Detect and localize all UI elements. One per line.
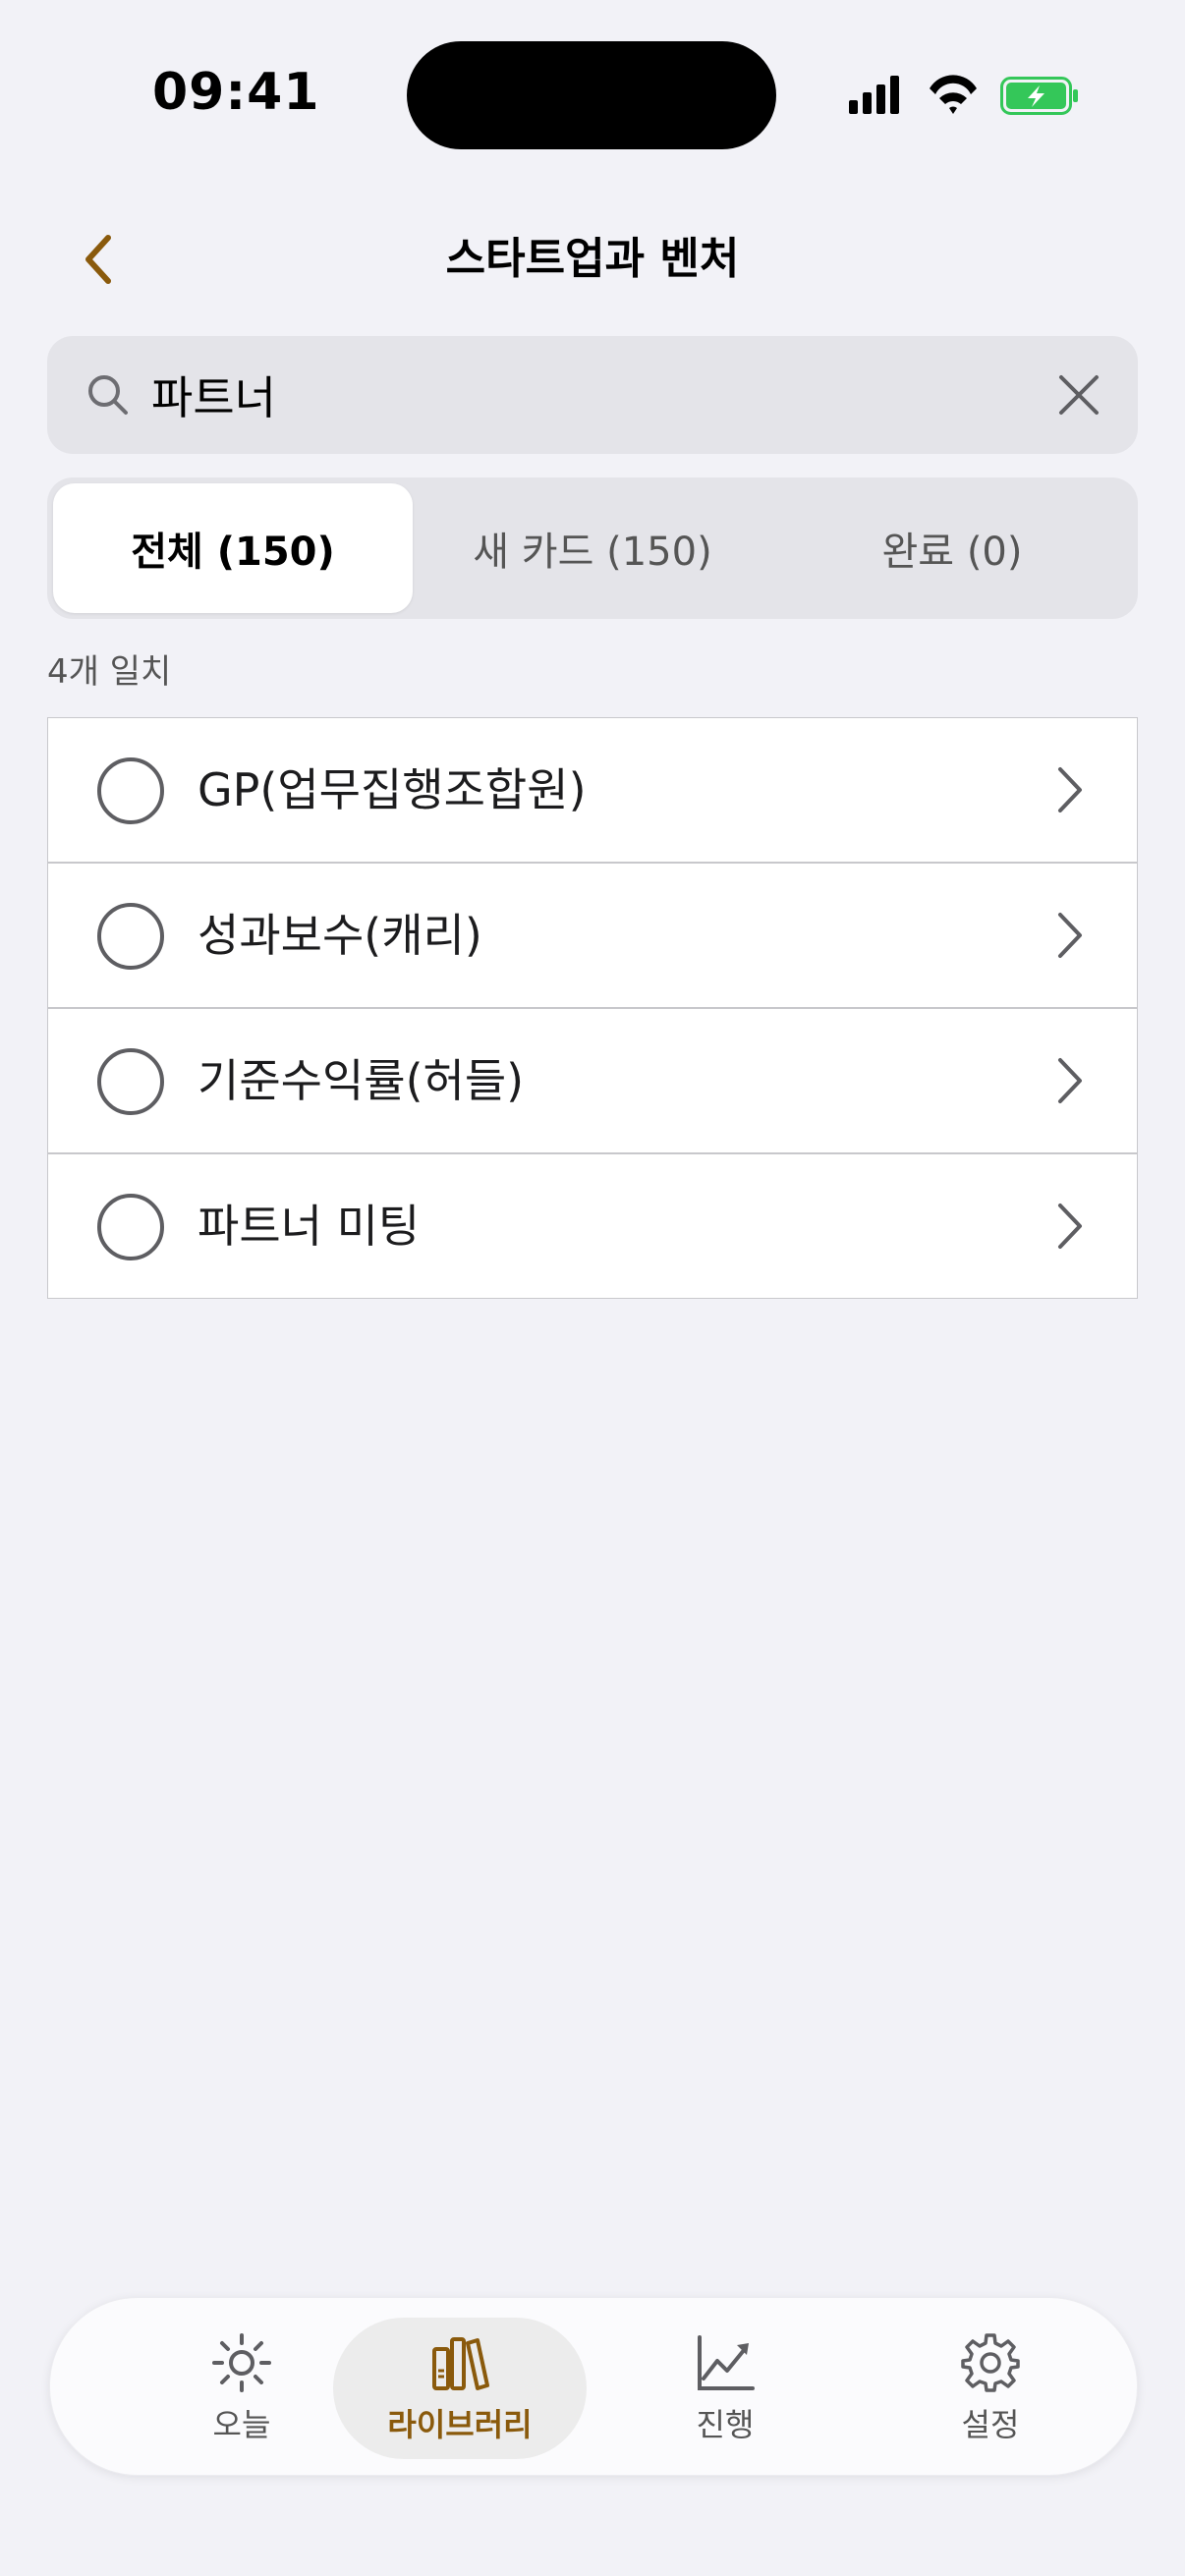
status-circle-icon[interactable] [97, 903, 164, 970]
cellular-signal-icon [849, 76, 899, 114]
search-bar[interactable] [47, 336, 1138, 454]
tab-label: 라이브러리 [387, 2406, 533, 2443]
status-circle-icon[interactable] [97, 757, 164, 824]
tab-today[interactable]: 오늘 [115, 2318, 368, 2459]
tab-settings[interactable]: 설정 [864, 2318, 1117, 2459]
segment-all[interactable]: 전체 (150) [53, 483, 413, 613]
search-icon [88, 375, 128, 415]
tab-progress[interactable]: 진행 [598, 2318, 852, 2459]
list-item-label: 성과보수(캐리) [198, 909, 482, 962]
status-time: 09:41 [152, 63, 320, 122]
list-item[interactable]: 성과보수(캐리) [48, 864, 1137, 1009]
tab-library[interactable]: 라이브러리 [333, 2318, 587, 2459]
list-item[interactable]: 파트너 미팅 [48, 1154, 1137, 1298]
filter-segmented-control: 전체 (150) 새 카드 (150) 완료 (0) [47, 477, 1138, 619]
tab-label: 오늘 [212, 2406, 271, 2443]
segment-completed[interactable]: 완료 (0) [772, 483, 1132, 613]
list-item-label: 기준수익률(허들) [198, 1054, 525, 1107]
chart-icon [698, 2335, 755, 2390]
list-item[interactable]: 기준수익률(허들) [48, 1009, 1137, 1154]
battery-icon [1000, 77, 1078, 115]
list-item-label: 파트너 미팅 [198, 1200, 421, 1253]
status-icons [849, 75, 1078, 115]
chevron-right-icon [1058, 767, 1082, 812]
tab-label: 진행 [696, 2406, 755, 2443]
tab-bar: 오늘 라이브러리 진행 설정 [49, 2297, 1138, 2476]
tab-label: 설정 [961, 2406, 1020, 2443]
clear-search-icon[interactable] [1053, 369, 1104, 420]
chevron-right-icon [1058, 1204, 1082, 1249]
gear-icon [961, 2333, 1020, 2392]
segment-new-cards[interactable]: 새 카드 (150) [413, 483, 772, 613]
chevron-right-icon [1058, 913, 1082, 958]
page-title: 스타트업과 벤처 [445, 234, 740, 284]
results-list: GP(업무집행조합원) 성과보수(캐리) 기준수익률(허들) 파트너 미팅 [47, 717, 1138, 1299]
chevron-right-icon [1058, 1058, 1082, 1103]
dynamic-island [407, 41, 776, 149]
books-icon [432, 2337, 489, 2390]
search-input[interactable] [151, 356, 1036, 434]
wifi-icon [930, 75, 977, 114]
status-circle-icon[interactable] [97, 1048, 164, 1115]
sun-icon [212, 2333, 271, 2392]
list-item-label: GP(업무집행조합원) [198, 763, 587, 816]
list-item[interactable]: GP(업무집행조합원) [48, 718, 1137, 864]
match-count: 4개 일치 [47, 652, 172, 692]
status-circle-icon[interactable] [97, 1194, 164, 1260]
